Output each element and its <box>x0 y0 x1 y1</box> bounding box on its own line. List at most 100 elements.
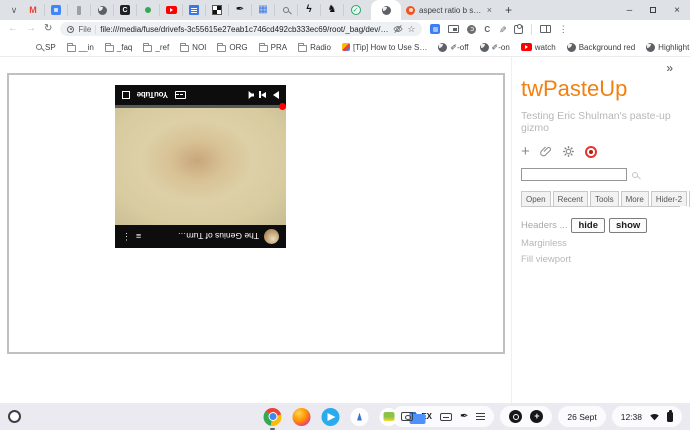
tab-open[interactable]: Open <box>521 191 551 206</box>
settings-gear-icon[interactable] <box>562 145 575 158</box>
tab-search-icon[interactable]: ∨ <box>6 5 22 16</box>
active-tab[interactable] <box>371 0 401 20</box>
youtube-logo[interactable]: YouTube <box>137 91 168 100</box>
notification-ring-icon[interactable] <box>509 410 523 423</box>
bookmark-folder-faq[interactable]: _faq <box>104 42 132 52</box>
forward-button[interactable]: → <box>26 24 36 34</box>
pinned-tab-search[interactable] <box>275 4 298 16</box>
side-panel-icon[interactable] <box>539 25 551 33</box>
new-tiddler-icon[interactable]: + <box>521 144 530 159</box>
bookmark-folder-noi[interactable]: NOI <box>180 42 206 52</box>
pinned-tab-photos[interactable] <box>45 4 68 16</box>
close-window-button[interactable]: × <box>674 5 680 16</box>
youtube-player-rotated[interactable]: The Genius of Turn… ≡ ⋮ YouTube <box>115 85 286 248</box>
fullscreen-icon[interactable] <box>122 91 130 99</box>
status-pill[interactable]: 12:38 <box>611 406 682 427</box>
pinned-tab-youtube[interactable] <box>160 4 183 16</box>
site-title[interactable]: twPasteUp <box>521 76 680 102</box>
browser-toolbar: ← → ↻ File file:///media/fuse/drivefs-3c… <box>0 20 690 38</box>
launcher-icon[interactable] <box>8 410 21 423</box>
site-info-icon[interactable] <box>67 25 75 33</box>
session-extension-icon[interactable] <box>467 24 477 34</box>
video-title[interactable]: The Genius of Turn… <box>146 232 259 242</box>
link-fill-viewport[interactable]: Fill viewport <box>521 254 680 265</box>
bookmarklet-pen-on[interactable]: ✐-on <box>479 42 510 52</box>
bookmarklet-highlight-links[interactable]: Highlight links <box>646 42 690 52</box>
bookmark-star-icon[interactable]: ☆ <box>407 24 415 35</box>
pinned-tab-checker[interactable] <box>206 4 229 16</box>
sidebar-search-input[interactable] <box>521 168 627 181</box>
channel-avatar[interactable] <box>264 229 279 244</box>
link-marginless[interactable]: Marginless <box>521 238 680 249</box>
date-pill[interactable]: 26 Sept <box>558 406 606 427</box>
tab-tools[interactable]: Tools <box>589 191 619 206</box>
watch-later-icon[interactable]: ≡ <box>136 232 141 242</box>
pinned-tab-grid[interactable]: ▦ <box>252 4 275 16</box>
url-text[interactable]: file:///media/fuse/drivefs-3c55615e27eab… <box>100 25 389 34</box>
pinned-tab-pen[interactable]: ✒ <box>229 4 252 16</box>
extensions-puzzle-icon[interactable] <box>513 23 523 34</box>
dropper-extension-icon[interactable]: ✎ <box>496 25 507 33</box>
playlist-icon[interactable] <box>476 412 486 415</box>
pinned-tab-green[interactable] <box>137 4 160 16</box>
bookmark-folder-org[interactable]: ORG <box>217 42 248 52</box>
pinned-tab-gmail[interactable]: M <box>22 4 45 16</box>
pinned-tab-rider[interactable]: ♞ <box>321 4 344 16</box>
reload-button[interactable]: ↻ <box>44 24 52 34</box>
blue-extension-icon[interactable] <box>430 24 441 34</box>
tab-hider-2[interactable]: Hider-2 <box>650 191 688 206</box>
blue-figure-app-icon[interactable] <box>350 407 369 426</box>
restore-button[interactable] <box>650 7 657 13</box>
telegram-app-icon[interactable] <box>321 407 340 426</box>
minimize-button[interactable]: – <box>627 5 633 16</box>
keyboard-icon[interactable] <box>440 412 453 421</box>
chrome-app-icon[interactable] <box>263 407 282 430</box>
show-button[interactable]: show <box>609 218 648 233</box>
notification-plus-icon[interactable]: + <box>530 410 544 423</box>
video-frame[interactable] <box>115 108 286 225</box>
bookmark-folder-radio[interactable]: Radio <box>298 42 331 52</box>
bookmarklet-background-red[interactable]: Background red <box>566 42 635 52</box>
player-more-icon[interactable]: ⋮ <box>122 231 131 242</box>
pinned-tab-check[interactable]: ✓ <box>344 4 367 16</box>
pinned-tab-docs[interactable] <box>183 4 206 16</box>
pinned-tab-phone[interactable] <box>68 4 91 16</box>
picture-in-picture-icon[interactable] <box>448 25 460 33</box>
tab-recent[interactable]: Recent <box>552 191 588 206</box>
bookmark-folder-in[interactable]: __in <box>66 42 94 52</box>
pinned-tab-c-app[interactable]: C <box>114 4 137 16</box>
bookmark-folder-pra[interactable]: PRA <box>258 42 287 52</box>
subtitles-icon[interactable] <box>174 91 186 99</box>
bookmark-watch[interactable]: watch <box>520 43 556 52</box>
next-icon[interactable] <box>261 92 266 98</box>
progress-bar[interactable] <box>115 103 286 110</box>
progress-scrubber[interactable] <box>279 103 286 110</box>
gmail-icon: M <box>29 4 37 15</box>
back-button[interactable]: ← <box>8 24 18 34</box>
omnibox[interactable]: File file:///media/fuse/drivefs-3c55615e… <box>60 22 423 36</box>
bookmark-tip[interactable]: [Tip] How to Use S… <box>342 43 427 52</box>
hide-button[interactable]: hide <box>571 218 605 233</box>
stylus-icon[interactable]: ✒ <box>460 411 468 422</box>
close-tab-icon[interactable]: × <box>487 5 492 15</box>
bookmarklet-pen-off[interactable]: ✐-off <box>438 42 469 52</box>
tab-more[interactable]: More <box>620 191 649 206</box>
pinned-tab-globe[interactable] <box>91 4 114 16</box>
browser-menu-icon[interactable]: ⋮ <box>559 24 568 35</box>
record-icon[interactable] <box>584 145 597 158</box>
tab-session-icon[interactable]: C <box>484 25 490 34</box>
tab-aspect-ratio-paper[interactable]: aspect ratio b series paper at D… × <box>401 0 497 20</box>
eye-off-icon[interactable] <box>393 24 403 34</box>
photo-app-icon[interactable] <box>379 407 398 426</box>
firefox-app-icon[interactable] <box>292 407 311 426</box>
play-icon[interactable] <box>273 91 279 99</box>
paperclip-icon[interactable] <box>539 145 552 158</box>
volume-icon[interactable] <box>245 91 254 99</box>
search-icon[interactable] <box>632 171 638 178</box>
new-tab-button[interactable]: + <box>505 3 512 17</box>
bookmark-folder-ref[interactable]: _ref <box>143 42 169 52</box>
sidebar-collapse-icon[interactable]: » <box>666 61 673 75</box>
screencast-icon[interactable] <box>401 412 414 421</box>
bookmark-sp[interactable]: SP <box>36 43 56 52</box>
pinned-tab-runner[interactable]: ϟ <box>298 4 321 16</box>
